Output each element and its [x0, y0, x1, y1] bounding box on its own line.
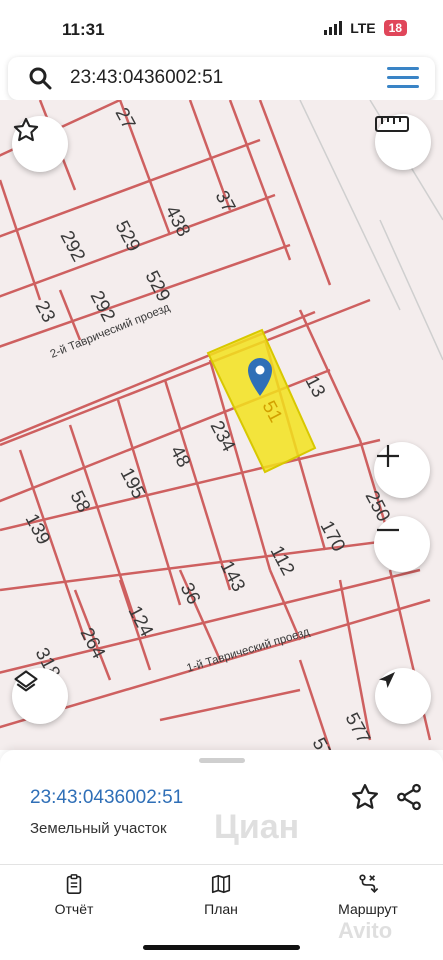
- parcel-number-label: 23: [31, 297, 59, 326]
- nav-report[interactable]: Отчёт: [19, 873, 129, 917]
- search-icon[interactable]: [28, 66, 52, 90]
- cian-watermark: Циан: [214, 808, 300, 846]
- divider: [0, 864, 443, 865]
- parcel-number-label: 234: [206, 417, 240, 455]
- street-label: 1-й Таврический проезд: [185, 626, 311, 675]
- battery-badge: 18: [383, 20, 407, 36]
- parcel-number-label: 292: [56, 227, 89, 265]
- minus-icon: [377, 528, 399, 532]
- star-icon[interactable]: [350, 782, 380, 812]
- plus-icon: [377, 445, 399, 467]
- search-input[interactable]: [70, 65, 370, 91]
- search-bar: [8, 57, 435, 100]
- menu-icon[interactable]: [387, 67, 419, 91]
- parcel-number-label: 529: [111, 217, 144, 255]
- clipboard-icon: [66, 874, 82, 894]
- property-type: Земельный участок: [30, 820, 167, 837]
- nav-report-label: Отчёт: [54, 901, 94, 917]
- avito-watermark: Avito: [338, 918, 393, 943]
- parcel-number-label: 139: [21, 510, 54, 548]
- route-icon: [359, 874, 379, 893]
- nav-plan[interactable]: План: [166, 873, 276, 917]
- status-bar: 11:31 LTE 18: [0, 0, 443, 52]
- property-sheet: 23:43:0436002:51 Земельный участок Циан …: [0, 750, 443, 960]
- parcel-number-label: 37: [211, 187, 239, 216]
- share-icon[interactable]: [394, 782, 424, 812]
- parcel-number-label: 577: [341, 709, 374, 747]
- layers-button[interactable]: [12, 668, 68, 724]
- nav-plan-label: План: [204, 901, 238, 917]
- my-location-button[interactable]: [375, 668, 431, 724]
- star-outline-icon: [13, 117, 39, 142]
- map-view[interactable]: 5327438375292925292329213512344819558139…: [0, 100, 443, 750]
- parcel-number-label: 529: [141, 267, 174, 305]
- parcel-number-label: 48: [166, 442, 194, 471]
- layers-icon: [14, 670, 38, 692]
- ruler-button[interactable]: [375, 114, 431, 170]
- clock: 11:31: [62, 20, 105, 39]
- zoom-out-button[interactable]: [374, 516, 430, 572]
- favorite-button[interactable]: [12, 116, 68, 172]
- signal-icon: [324, 21, 343, 35]
- status-indicators: LTE 18: [324, 20, 407, 36]
- nav-route[interactable]: Маршрут: [313, 873, 423, 917]
- parcel-number-label: 292: [86, 287, 119, 325]
- parcel-number-label: 570: [308, 734, 341, 750]
- zoom-in-button[interactable]: [374, 442, 430, 498]
- ruler-icon: [375, 116, 409, 132]
- map-icon: [211, 874, 231, 894]
- navigation-arrow-icon: [379, 672, 395, 688]
- network-type: LTE: [350, 20, 376, 36]
- cadastral-number: 23:43:0436002:51: [30, 787, 184, 808]
- parcel-number-label: 27: [111, 104, 139, 133]
- parcel-number-label: 13: [301, 372, 329, 401]
- home-indicator: [143, 945, 300, 950]
- nav-route-label: Маршрут: [338, 901, 398, 917]
- sheet-handle[interactable]: [199, 758, 245, 763]
- cadastral-map[interactable]: 5327438375292925292329213512344819558139…: [0, 100, 443, 750]
- parcel-number-label: 58: [66, 487, 94, 516]
